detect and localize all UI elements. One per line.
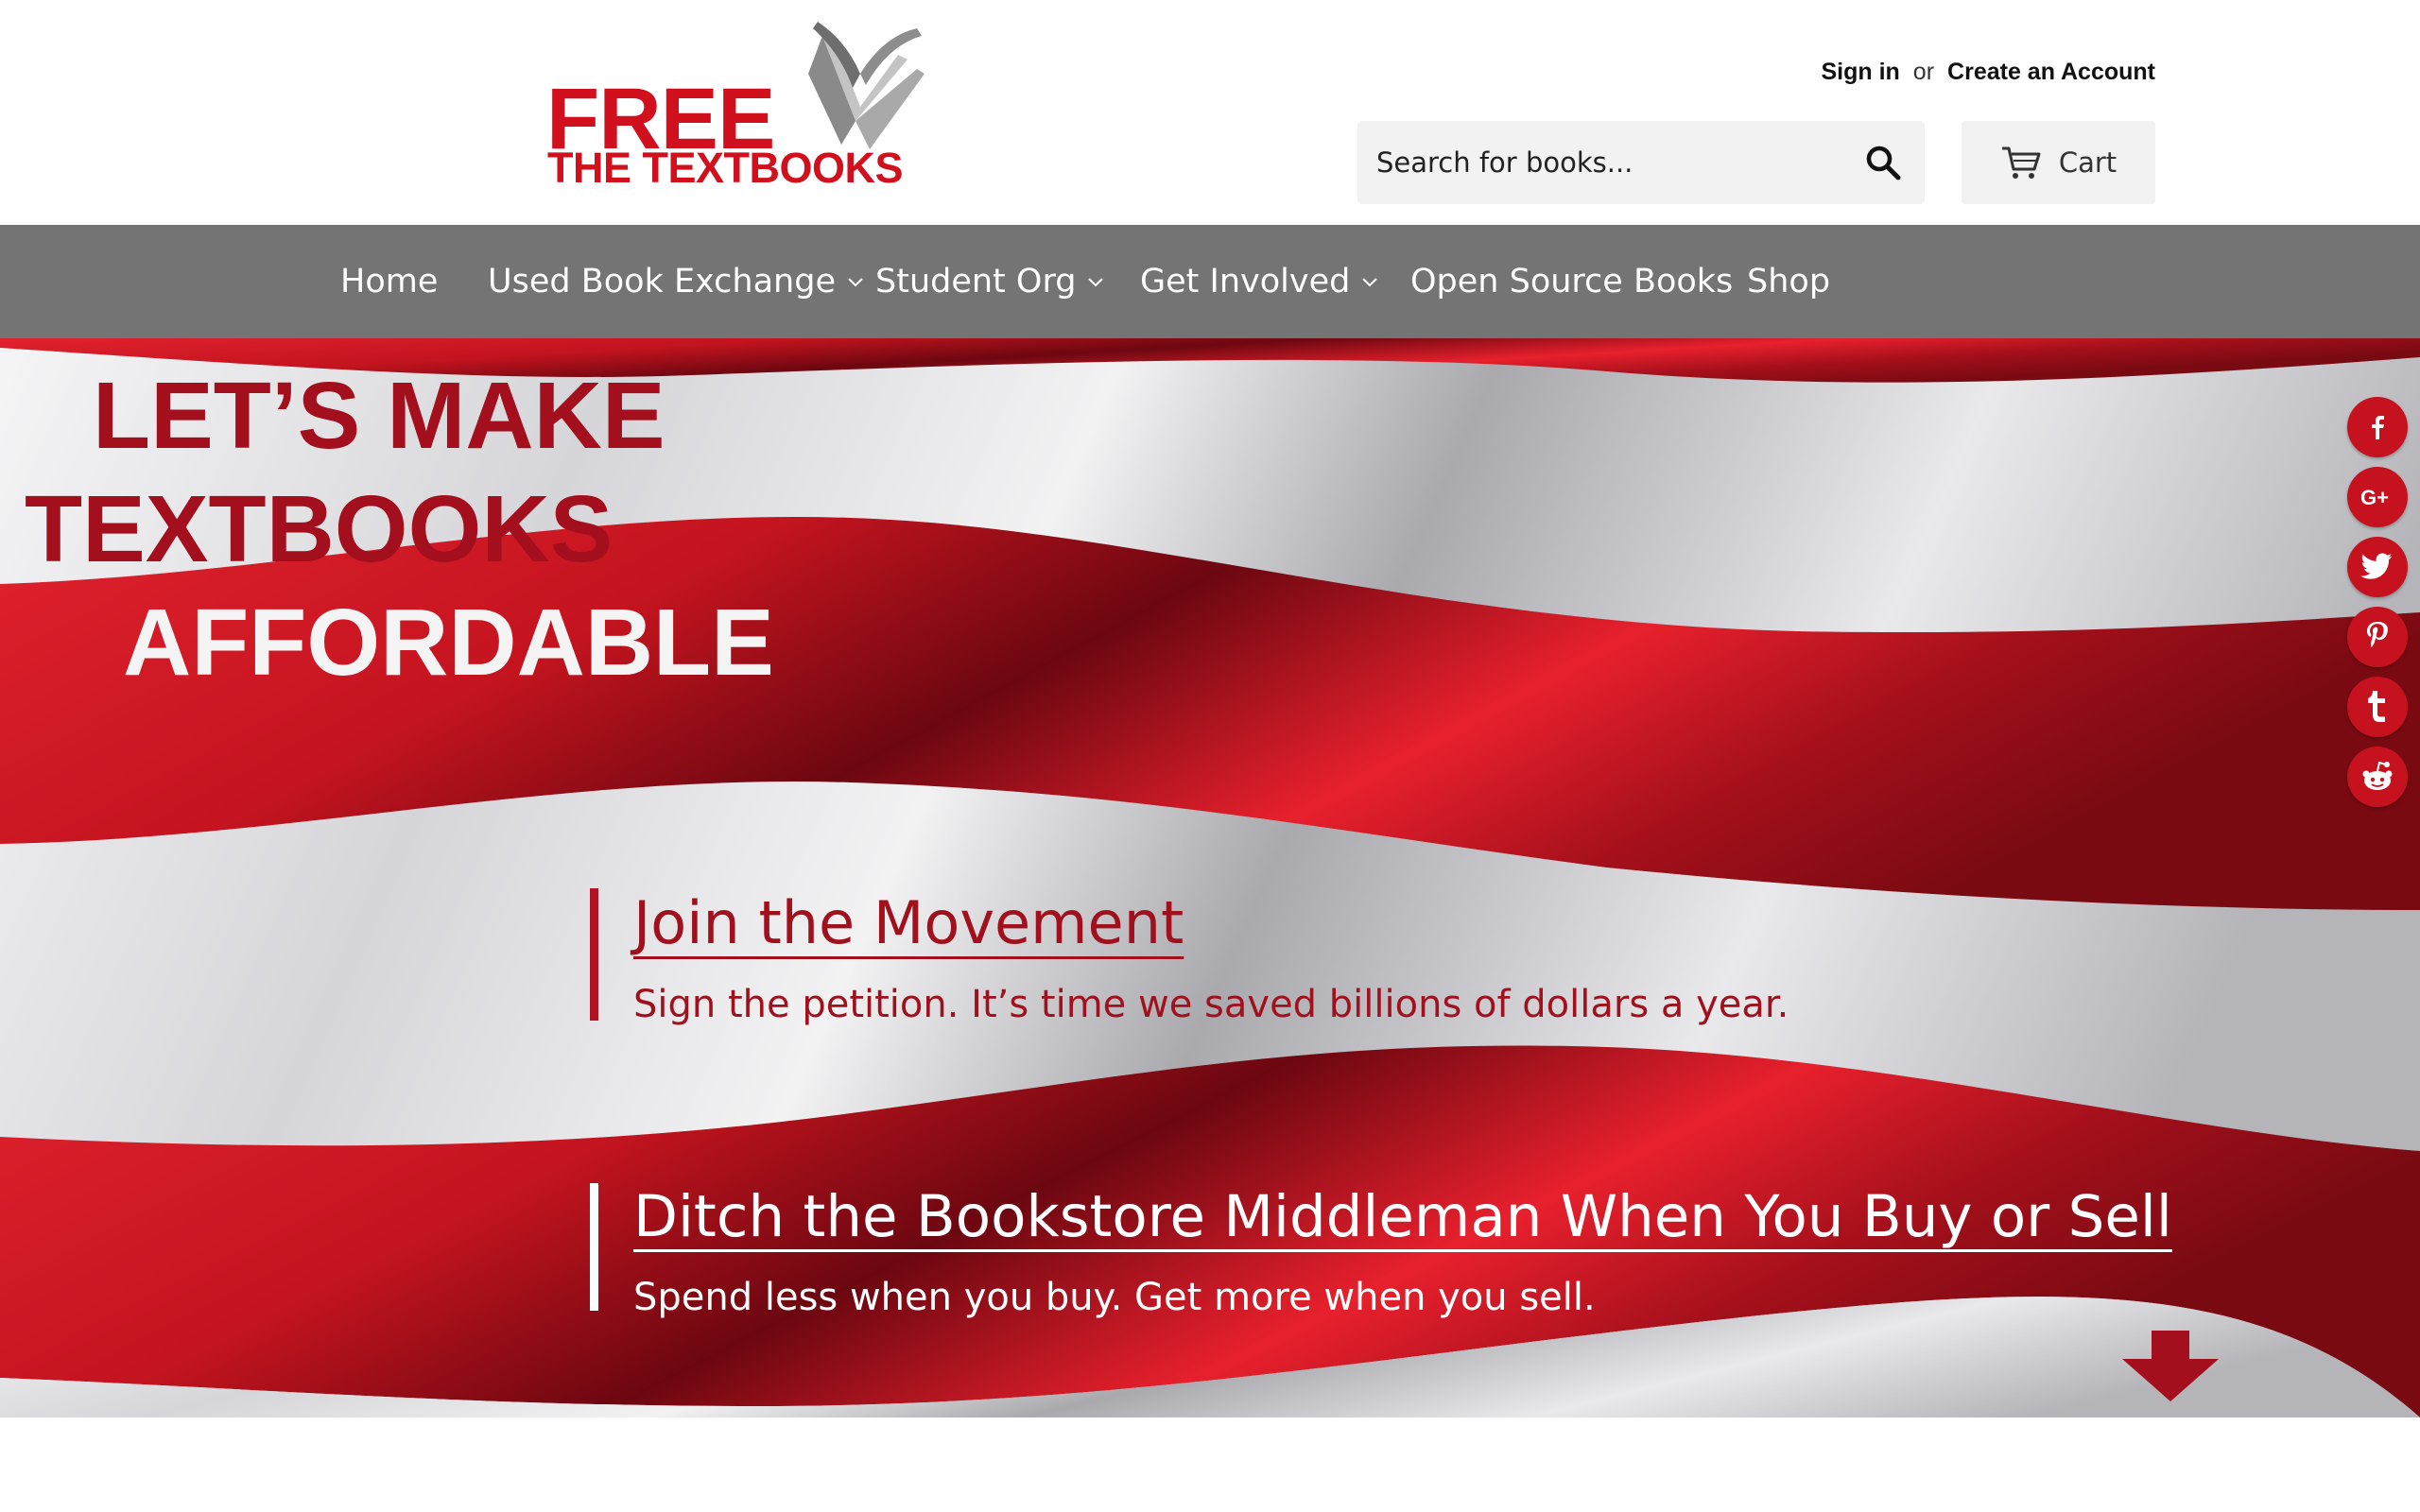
google-plus-icon[interactable]: G+ — [2347, 467, 2408, 527]
account-links: Sign in or Create an Account — [1821, 59, 2155, 86]
svg-text:G+: G+ — [2360, 486, 2389, 509]
nav-item-label: Home — [340, 263, 439, 301]
cart-label: Cart — [2058, 146, 2118, 179]
cta-accent-bar — [590, 888, 598, 1021]
nav-item-label: Get Involved — [1140, 263, 1351, 301]
chevron-down-icon — [848, 278, 863, 287]
nav-item-home[interactable]: Home — [340, 225, 438, 338]
book-logo-icon — [808, 22, 925, 149]
search-icon[interactable] — [1862, 142, 1904, 183]
join-movement-subtitle: Sign the petition. It’s time we saved bi… — [633, 983, 1789, 1026]
chevron-down-icon — [1362, 278, 1378, 287]
ditch-middleman-link[interactable]: Ditch the Bookstore Middleman When You B… — [633, 1183, 2172, 1250]
ditch-middleman-subtitle: Spend less when you buy. Get more when y… — [633, 1276, 1596, 1319]
nav-item-label: Shop — [1747, 263, 1831, 301]
create-account-link[interactable]: Create an Account — [1947, 59, 2155, 85]
nav-item-label: Open Source Books — [1410, 263, 1734, 301]
cart-button[interactable]: Cart — [1962, 121, 2155, 204]
nav-item-student-org[interactable]: Student Org — [875, 225, 1106, 338]
tumblr-icon[interactable] — [2347, 677, 2408, 737]
facebook-icon[interactable] — [2347, 397, 2408, 457]
nav-item-get-involved[interactable]: Get Involved — [1140, 225, 1380, 338]
site-logo[interactable]: FREE THE TEXTBOOKS — [544, 17, 931, 197]
nav-item-label: Used Book Exchange — [488, 263, 836, 301]
arrow-down-icon[interactable] — [2122, 1331, 2219, 1401]
social-share-bar: G+ — [2347, 397, 2410, 816]
hero-headline-line3: AFFORDABLE — [123, 590, 774, 696]
nav-item-used-book-exchange[interactable]: Used Book Exchange — [488, 225, 866, 338]
main-nav: Home Used Book Exchange Student Org Get … — [0, 225, 2420, 338]
twitter-icon[interactable] — [2347, 537, 2408, 597]
search-input[interactable] — [1376, 121, 1830, 204]
or-text: or — [1912, 59, 1935, 85]
search-bar — [1357, 121, 1925, 204]
nav-item-shop[interactable]: Shop — [1747, 225, 1830, 338]
join-movement-link[interactable]: Join the Movement — [633, 888, 1184, 957]
nav-item-open-source-books[interactable]: Open Source Books — [1410, 225, 1733, 338]
hero-headline-line2: TEXTBOOKS — [25, 476, 614, 582]
pinterest-icon[interactable] — [2347, 607, 2408, 667]
nav-item-label: Student Org — [875, 263, 1077, 301]
reddit-icon[interactable] — [2347, 747, 2408, 807]
cta-accent-bar — [590, 1183, 598, 1311]
cart-icon — [2001, 146, 2041, 179]
chevron-down-icon — [1088, 278, 1104, 287]
hero-headline-line1: LET’S MAKE — [93, 363, 666, 469]
site-header: FREE THE TEXTBOOKS Sign in or Create an Ac… — [0, 0, 2420, 225]
sign-in-link[interactable]: Sign in — [1821, 59, 1899, 85]
logo-textbooks-text: THE TEXTBOOKS — [547, 144, 904, 192]
